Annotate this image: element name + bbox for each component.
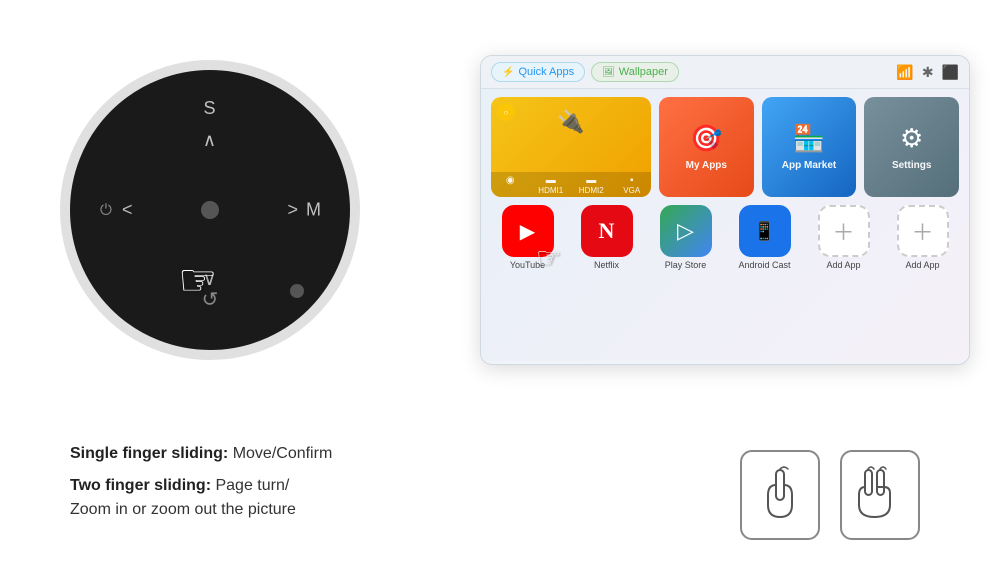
usb-hdmi2[interactable]: ▬ HDMI2 (572, 172, 611, 197)
remote-power-icon: ⏻ (100, 202, 112, 219)
app-add-2[interactable]: ＋ Add App (886, 205, 959, 270)
hdmi2-icon: ▬ (574, 175, 609, 186)
remote-section: S M ∧ ∨ < > ⏻ ↺ ☞ (60, 60, 380, 380)
wallpaper-icon: 🖼 (602, 67, 615, 78)
usb-hdmi1[interactable]: ▬ HDMI1 (532, 172, 571, 197)
remote-label-up: ∧ (203, 130, 217, 151)
app-market-label: App Market (782, 160, 836, 171)
app-add-1[interactable]: ＋ Add App (807, 205, 880, 270)
remote-circle: S M ∧ ∨ < > ⏻ ↺ (60, 60, 360, 360)
usb-circle-badge: ○ (497, 103, 515, 121)
two-finger-icon (840, 450, 920, 540)
card-usb[interactable]: 🔌 ○ ◉ ▬ HDMI1 ▬ HDMI2 ▪ (491, 97, 651, 197)
screen-content: 🔌 ○ ◉ ▬ HDMI1 ▬ HDMI2 ▪ (481, 89, 969, 361)
instruction-bold-2: Two finger sliding: (70, 477, 211, 494)
bluetooth-icon: ✱ (922, 64, 934, 81)
app-market-icon: 🏪 (793, 123, 825, 154)
play-store-label: Play Store (665, 260, 707, 270)
tab-quick-apps[interactable]: ⚡ Quick Apps (491, 62, 585, 82)
settings-label: Settings (892, 160, 931, 171)
app-youtube[interactable]: ▶ YouTube (491, 205, 564, 270)
netflix-icon: N (581, 205, 633, 257)
app-netflix[interactable]: N Netflix (570, 205, 643, 270)
app-android-cast[interactable]: 📱 Android Cast (728, 205, 801, 270)
cursor-hand-icon: ☞ (178, 255, 217, 306)
bottom-apps-row: ▶ YouTube N Netflix ▷ Play Store 📱 (491, 205, 959, 270)
netflix-label: Netflix (594, 260, 619, 270)
remote-small-dot (290, 284, 304, 298)
remote-label-s: S (203, 98, 216, 119)
quick-apps-icon: ⚡ (502, 67, 514, 78)
add-app-label-1: Add App (826, 260, 860, 270)
source-circle-icon: ◉ (493, 175, 528, 186)
topbar-status-icons: 📶 ✱ ⬛ (896, 64, 959, 81)
youtube-icon: ▶ (502, 205, 554, 257)
screen-topbar: ⚡ Quick Apps 🖼 Wallpaper 📶 ✱ ⬛ (481, 56, 969, 89)
settings-icon: ⚙ (900, 123, 923, 154)
remote-label-m: M (306, 200, 322, 221)
tv-screen: ⚡ Quick Apps 🖼 Wallpaper 📶 ✱ ⬛ 🔌 ○ ◉ (480, 55, 970, 365)
remote-label-left: < (122, 200, 133, 221)
card-settings[interactable]: ⚙ Settings (864, 97, 959, 197)
tab-wallpaper[interactable]: 🖼 Wallpaper (591, 62, 679, 82)
usb-vga[interactable]: ▪ VGA (613, 172, 652, 197)
top-cards-row: 🔌 ○ ◉ ▬ HDMI1 ▬ HDMI2 ▪ (491, 97, 959, 197)
hdmi1-icon: ▬ (534, 175, 569, 186)
youtube-label: YouTube (510, 260, 545, 270)
instruction-line-1: Single finger sliding: Move/Confirm (70, 442, 332, 466)
play-store-icon: ▷ (660, 205, 712, 257)
android-cast-label: Android Cast (738, 260, 790, 270)
remote-label-right: > (287, 200, 298, 221)
wallpaper-label: Wallpaper (619, 66, 668, 78)
quick-apps-label: Quick Apps (518, 66, 574, 78)
app-play-store[interactable]: ▷ Play Store (649, 205, 722, 270)
usb-source-circle[interactable]: ◉ (491, 172, 530, 197)
add-app-icon-1: ＋ (818, 205, 870, 257)
android-cast-icon: 📱 (739, 205, 791, 257)
add-app-label-2: Add App (905, 260, 939, 270)
single-finger-icon (740, 450, 820, 540)
usb-sub-row: ◉ ▬ HDMI1 ▬ HDMI2 ▪ VGA (491, 172, 651, 197)
card-my-apps[interactable]: 🎯 My Apps (659, 97, 754, 197)
instructions-section: Single finger sliding: Move/Confirm Two … (70, 442, 332, 530)
add-app-icon-2: ＋ (897, 205, 949, 257)
my-apps-icon: 🎯 (690, 123, 722, 154)
two-finger-svg (855, 465, 905, 525)
instruction-bold-1: Single finger sliding: (70, 445, 228, 462)
wifi-icon: 📶 (896, 64, 913, 81)
single-finger-svg (760, 465, 800, 525)
remote-center-dot (201, 201, 219, 219)
card-app-market[interactable]: 🏪 App Market (762, 97, 857, 197)
usb-main-icon: 🔌 (557, 109, 584, 135)
instruction-line-2: Two finger sliding: Page turn/Zoom in or… (70, 474, 332, 522)
finger-icons-section (740, 450, 920, 540)
instruction-rest-1: Move/Confirm (233, 445, 333, 462)
vga-icon: ▪ (615, 175, 650, 186)
usb-status-icon: ⬛ (942, 64, 959, 81)
my-apps-label: My Apps (686, 160, 727, 171)
